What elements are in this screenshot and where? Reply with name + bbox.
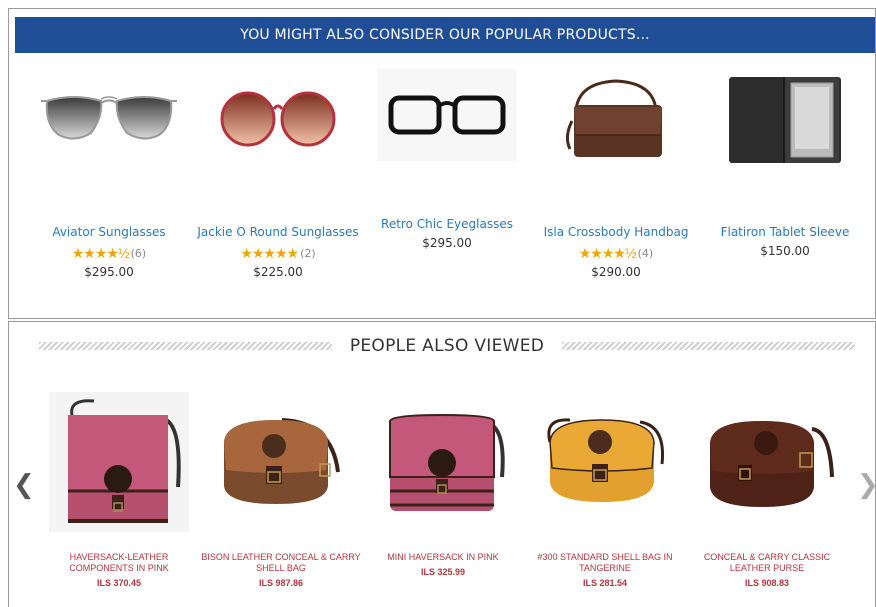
product-card[interactable]: Jackie O Round Sunglasses ★★★★★ (2) $225… [194, 69, 362, 299]
product-name-link[interactable]: Isla Crossbody Handbag [544, 225, 689, 239]
product-price: ILS 908.83 [744, 578, 790, 588]
product-card[interactable]: Flatiron Tablet Sleeve $150.00 [701, 69, 869, 299]
carousel-product-card[interactable]: MINI HAVERSACK IN PINK ILS 325.99 [363, 392, 523, 577]
product-name-link[interactable]: Aviator Sunglasses [52, 225, 165, 239]
crossbody-handbag-image[interactable] [541, 69, 691, 169]
title-divider [562, 342, 855, 350]
product-rating[interactable]: ★★★★★ (2) [240, 245, 315, 261]
aviator-sunglasses-image[interactable] [34, 69, 184, 169]
product-rating[interactable]: ★★★★½ (6) [72, 245, 146, 261]
product-name-link[interactable]: Jackie O Round Sunglasses [197, 225, 358, 239]
pink-haversack-image[interactable] [49, 392, 189, 532]
rating-count: (4) [637, 246, 654, 260]
carousel-product-card[interactable]: #300 STANDARD SHELL BAG IN TANGERINE ILS… [525, 392, 685, 588]
product-card[interactable]: Aviator Sunglasses ★★★★½ (6) $295.00 [25, 69, 193, 299]
product-name-link[interactable]: HAVERSACK-LEATHER COMPONENTS IN PINK [39, 552, 199, 574]
product-name-link[interactable]: BISON LEATHER CONCEAL & CARRY SHELL BAG [201, 552, 361, 574]
rating-count: (2) [300, 246, 316, 260]
product-price: ILS 370.45 [96, 578, 142, 588]
popular-products-panel: YOU MIGHT ALSO CONSIDER OUR POPULAR PROD… [8, 8, 876, 319]
product-name-link[interactable]: Flatiron Tablet Sleeve [721, 225, 850, 239]
product-price: $295.00 [84, 265, 134, 279]
tablet-sleeve-image[interactable] [710, 69, 860, 169]
section-title: PEOPLE ALSO VIEWED [349, 336, 545, 356]
title-divider [39, 342, 332, 350]
product-price: ILS 281.54 [582, 578, 628, 588]
product-price: $295.00 [422, 236, 472, 250]
rating-count: (6) [130, 246, 147, 260]
section-title-row: PEOPLE ALSO VIEWED [39, 334, 855, 358]
product-rating[interactable]: ★★★★½ (4) [579, 245, 653, 261]
product-price: $290.00 [591, 265, 641, 279]
round-sunglasses-image[interactable] [203, 69, 353, 169]
product-name-link[interactable]: Retro Chic Eyeglasses [381, 217, 513, 231]
product-name-link[interactable]: #300 STANDARD SHELL BAG IN TANGERINE [525, 552, 685, 574]
carousel-product-card[interactable]: BISON LEATHER CONCEAL & CARRY SHELL BAG … [201, 392, 361, 588]
star-rating-icon: ★★★★★ [240, 244, 299, 261]
product-name-link[interactable]: CONCEAL & CARRY CLASSIC LEATHER PURSE [687, 552, 847, 574]
leather-purse-image[interactable] [697, 392, 837, 532]
tangerine-shell-bag-image[interactable] [535, 392, 675, 532]
product-name-link[interactable]: MINI HAVERSACK IN PINK [387, 552, 498, 563]
carousel-prev-arrow-icon[interactable]: ❮ [13, 470, 35, 500]
product-price: $225.00 [253, 265, 303, 279]
star-rating-icon: ★★★★½ [578, 244, 637, 261]
product-price: $150.00 [760, 244, 810, 258]
product-price: ILS 987.86 [258, 578, 304, 588]
bison-shell-bag-image[interactable] [211, 392, 351, 532]
carousel-product-card[interactable]: HAVERSACK-LEATHER COMPONENTS IN PINK ILS… [39, 392, 199, 588]
people-also-viewed-panel: PEOPLE ALSO VIEWED ❮ ❯ HAVERSACK-LEATHER… [8, 321, 876, 607]
popular-products-header: YOU MIGHT ALSO CONSIDER OUR POPULAR PROD… [15, 17, 875, 53]
product-price: ILS 325.99 [420, 567, 466, 577]
product-card[interactable]: Isla Crossbody Handbag ★★★★½ (4) $290.00 [532, 69, 700, 299]
mini-pink-haversack-image[interactable] [373, 392, 513, 532]
product-card[interactable]: Retro Chic Eyeglasses $295.00 [363, 69, 531, 299]
eyeglasses-image[interactable] [377, 69, 517, 161]
carousel-next-arrow-icon[interactable]: ❯ [857, 470, 876, 500]
star-rating-icon: ★★★★½ [71, 244, 130, 261]
carousel-product-card[interactable]: CONCEAL & CARRY CLASSIC LEATHER PURSE IL… [687, 392, 847, 588]
